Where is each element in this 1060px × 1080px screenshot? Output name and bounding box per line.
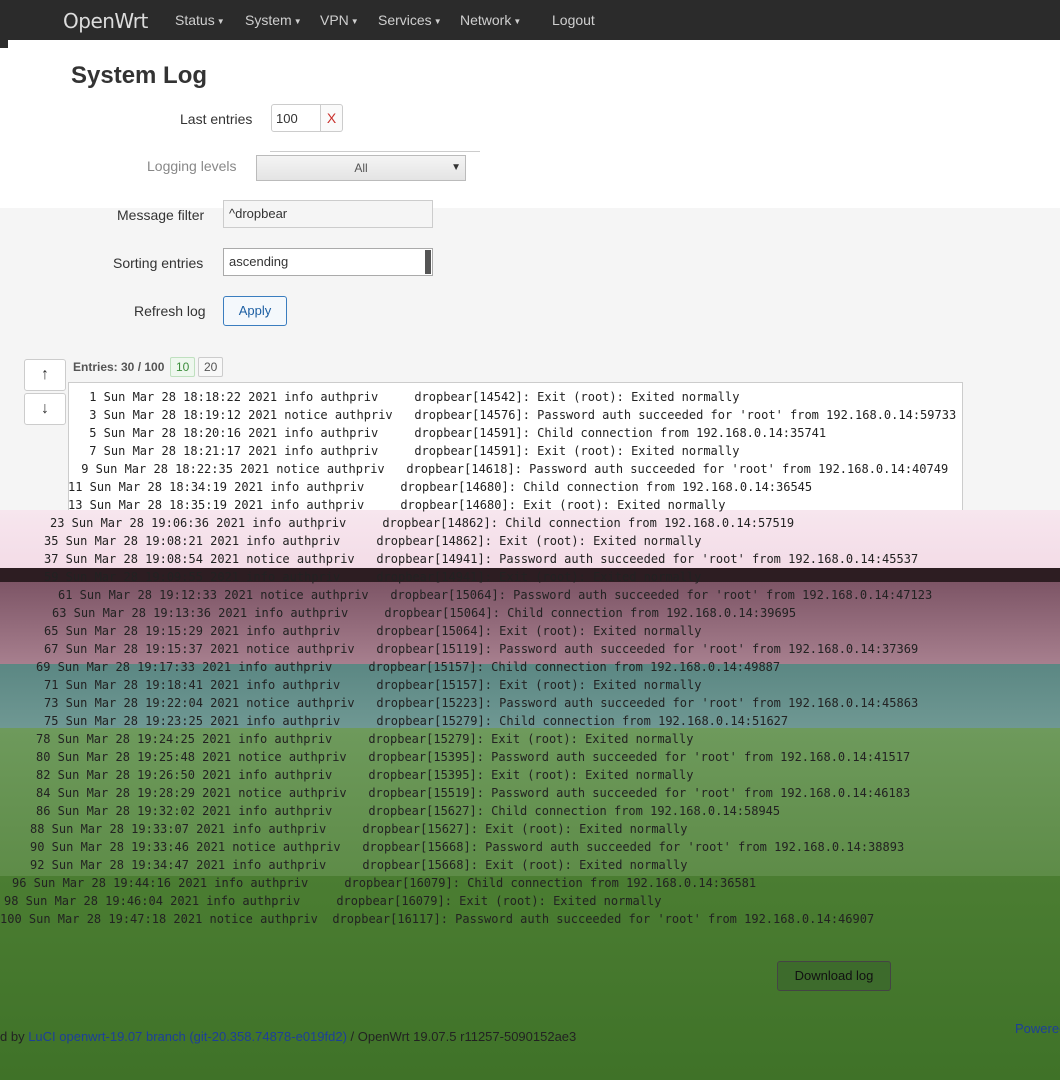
caret-down-icon: ▼ [513,16,522,26]
log-line: 61 Sun Mar 28 19:12:33 2021 notice authp… [58,588,933,602]
sorting-entries-value: ascending [229,254,289,269]
log-line: 92 Sun Mar 28 19:34:47 2021 info authpri… [30,858,688,872]
log-line: 7 Sun Mar 28 18:21:17 2021 info authpriv… [82,444,740,458]
logging-levels-label: Logging levels [147,158,237,174]
log-line: 3 Sun Mar 28 18:19:12 2021 notice authpr… [82,408,957,422]
nav-services[interactable]: Services ▼ [378,12,442,28]
caret-down-icon: ▼ [293,16,302,26]
page-title: System Log [71,62,208,89]
log-line: 100 Sun Mar 28 19:47:18 2021 notice auth… [0,912,875,926]
arrow-up-icon: ↑ [41,366,49,383]
nav-status-label: Status [175,12,215,28]
nav-vpn-label: VPN [320,12,349,28]
log-line: 71 Sun Mar 28 19:18:41 2021 info authpri… [44,678,702,692]
caret-down-icon: ▼ [433,16,442,26]
log-line: 59 Sun Mar 28 19:09:55 2021 info authpri… [44,570,702,584]
dropdown-arrow-icon: ▼ [451,162,461,173]
last-entries-label: Last entries [180,111,253,127]
nav-services-label: Services [378,12,432,28]
log-line: 86 Sun Mar 28 19:32:02 2021 info authpri… [36,804,781,818]
log-line: 1 Sun Mar 28 18:18:22 2021 info authpriv… [82,390,740,404]
footer-prefix: d by [0,1029,29,1044]
logging-levels-select[interactable]: All ▼ [256,155,466,181]
log-line: 65 Sun Mar 28 19:15:29 2021 info authpri… [44,624,702,638]
clear-entries-button[interactable]: X [321,104,343,132]
apply-button[interactable]: Apply [223,296,287,326]
log-line: 69 Sun Mar 28 19:17:33 2021 info authpri… [36,660,781,674]
page-size-10-button[interactable]: 10 [170,357,196,377]
nav-system-label: System [245,12,292,28]
log-line: 98 Sun Mar 28 19:46:04 2021 info authpri… [4,894,662,908]
log-line: 88 Sun Mar 28 19:33:07 2021 info authpri… [30,822,688,836]
download-log-button[interactable]: Download log [777,961,891,991]
log-line: 37 Sun Mar 28 19:08:54 2021 notice authp… [44,552,919,566]
log-line: 90 Sun Mar 28 19:33:46 2021 notice authp… [30,840,905,854]
dropdown-arrow-icon [425,250,431,274]
page-size-20-button[interactable]: 20 [198,357,224,377]
powered-by-link[interactable]: Powered [1015,1021,1060,1036]
entries-count: Entries: 30 / 100 [73,360,165,374]
navbar-artifact [0,40,8,48]
log-line: 11 Sun Mar 28 18:34:19 2021 info authpri… [68,480,813,494]
nav-network[interactable]: Network ▼ [460,12,521,28]
message-filter-label: Message filter [117,207,205,223]
message-filter-input[interactable]: ^dropbear [223,200,433,228]
log-line: 96 Sun Mar 28 19:44:16 2021 info authpri… [12,876,757,890]
refresh-log-label: Refresh log [134,303,206,319]
log-line: 5 Sun Mar 28 18:20:16 2021 info authpriv… [82,426,827,440]
sorting-entries-select[interactable]: ascending [223,248,433,276]
log-line: 23 Sun Mar 28 19:06:36 2021 info authpri… [50,516,795,530]
scroll-down-button[interactable]: ↓ [24,393,66,425]
log-line: 67 Sun Mar 28 19:15:37 2021 notice authp… [44,642,919,656]
scroll-up-button[interactable]: ↑ [24,359,66,391]
brand-logo[interactable]: OpenWrt [63,9,148,33]
log-line: 63 Sun Mar 28 19:13:36 2021 info authpri… [52,606,797,620]
top-navbar: OpenWrt Status ▼ System ▼ VPN ▼ Services ▼ N… [0,0,1060,40]
log-line: 78 Sun Mar 28 19:24:25 2021 info authpri… [36,732,694,746]
nav-network-label: Network [460,12,512,28]
footer-text: d by LuCI openwrt-19.07 branch (git-20.3… [0,1029,576,1044]
log-line: 82 Sun Mar 28 19:26:50 2021 info authpri… [36,768,694,782]
luci-version-link[interactable]: LuCI openwrt-19.07 branch (git-20.358.74… [28,1029,347,1044]
log-line: 84 Sun Mar 28 19:28:29 2021 notice authp… [36,786,911,800]
log-line: 80 Sun Mar 28 19:25:48 2021 notice authp… [36,750,911,764]
arrow-down-icon: ↓ [41,400,49,417]
caret-down-icon: ▼ [216,16,225,26]
log-line: 13 Sun Mar 28 18:35:19 2021 info authpri… [68,498,726,512]
log-line: 9 Sun Mar 28 18:22:35 2021 notice authpr… [74,462,949,476]
nav-system[interactable]: System ▼ [245,12,302,28]
nav-status[interactable]: Status ▼ [175,12,225,28]
log-line: 35 Sun Mar 28 19:08:21 2021 info authpri… [44,534,702,548]
caret-down-icon: ▼ [350,16,359,26]
sorting-entries-label: Sorting entries [113,255,204,271]
nav-vpn[interactable]: VPN ▼ [320,12,359,28]
last-entries-input[interactable]: 100 [271,104,321,132]
log-line: 75 Sun Mar 28 19:23:25 2021 info authpri… [44,714,789,728]
footer-version: / OpenWrt 19.07.5 r11257-5090152ae3 [346,1029,577,1044]
nav-logout[interactable]: Logout [552,12,595,28]
log-line: 73 Sun Mar 28 19:22:04 2021 notice authp… [44,696,919,710]
logging-levels-value: All [354,161,368,175]
